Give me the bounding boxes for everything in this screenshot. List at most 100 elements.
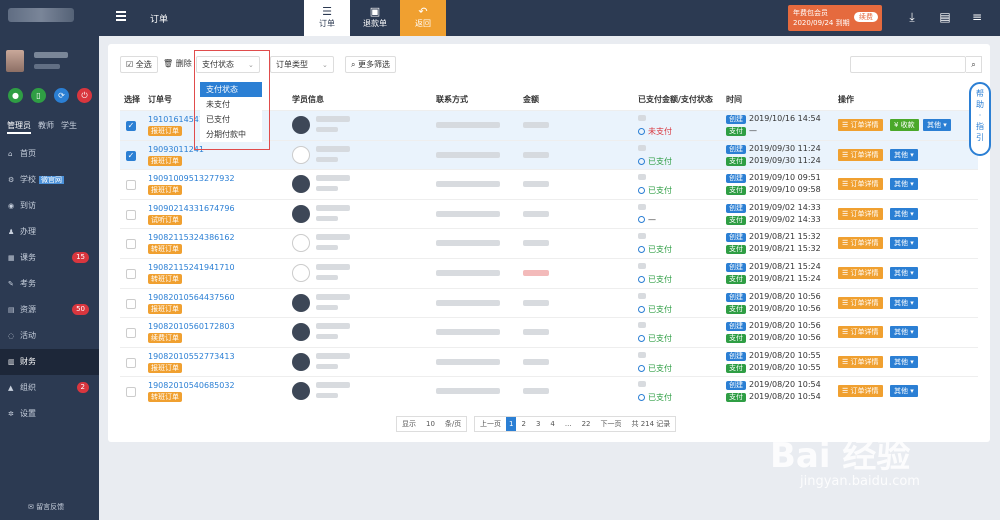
order-number-link[interactable]: 19082115241941710 xyxy=(148,263,235,272)
sidebar-item-settings[interactable]: ✲ 设置 xyxy=(0,401,99,427)
order-detail-button[interactable]: ☰ 订单详情 xyxy=(838,119,883,131)
more-actions-button[interactable]: 其他 ▾ xyxy=(890,385,918,398)
status-ring-icon xyxy=(638,157,645,165)
order-detail-button[interactable]: ☰ 订单详情 xyxy=(838,355,883,368)
table-row[interactable]: 19091009513277932 报班订单 已支付 创建 2019/09/10 09:… xyxy=(120,169,978,199)
more-actions-button[interactable]: 其他 ▾ xyxy=(890,148,918,161)
role-teacher[interactable]: 教师 xyxy=(38,121,54,130)
sync-icon[interactable]: ⟳ xyxy=(54,88,69,103)
sidebar-item-home[interactable]: ⌂ 首页 xyxy=(0,141,99,167)
table-row[interactable]: 19082115241941710 转班订单 已支付 创建 2019/08/21 15:… xyxy=(120,258,978,288)
delete-button[interactable]: 🗑 删除 xyxy=(158,56,197,73)
row-checkbox[interactable]: ✓ xyxy=(126,150,136,161)
more-actions-button[interactable]: 其他 ▾ xyxy=(890,326,918,339)
order-detail-button[interactable]: ☰ 订单详情 xyxy=(838,237,883,250)
help-guide-button[interactable]: 帮 助 · 指 引 xyxy=(969,82,991,156)
student-avatar xyxy=(292,352,310,371)
phone-icon[interactable]: ▯ xyxy=(31,88,46,103)
menu-icon[interactable] xyxy=(116,11,126,21)
wechat-icon[interactable]: ● xyxy=(8,88,23,103)
dropdown-option[interactable]: 已支付 xyxy=(200,112,262,127)
more-actions-button[interactable]: 其他 ▾ xyxy=(890,267,918,279)
more-actions-button[interactable]: 其他 ▾ xyxy=(890,296,918,309)
sidebar-item-org[interactable]: ▲ 组织 2 xyxy=(0,375,99,401)
order-detail-button[interactable]: ☰ 订单详情 xyxy=(838,296,883,309)
table-row[interactable]: 19082115324386162 转班订单 已支付 创建 2019/08/21 15:… xyxy=(120,228,978,258)
sidebar-item-visit[interactable]: ◉ 到访 xyxy=(0,193,99,219)
page-button[interactable]: 3 xyxy=(531,417,545,431)
sidebar-item-course[interactable]: ▦ 课务 15 xyxy=(0,245,99,271)
next-page-button[interactable]: 下一页 xyxy=(595,417,626,431)
page-button[interactable]: 4 xyxy=(545,417,559,431)
order-detail-button[interactable]: ☰ 订单详情 xyxy=(838,148,883,161)
order-detail-button[interactable]: ☰ 订单详情 xyxy=(838,178,883,191)
page-size-selector[interactable]: 显示 10 条/页 xyxy=(396,416,468,432)
sidebar-item-handle[interactable]: ♟ 办理 xyxy=(0,219,99,245)
order-detail-button[interactable]: ☰ 订单详情 xyxy=(838,385,883,398)
table-row[interactable]: 19082010564437560 报班订单 已支付 创建 2019/08/20 10:… xyxy=(120,287,978,318)
more-actions-button[interactable]: 其他 ▾ xyxy=(890,178,918,191)
dropdown-option[interactable]: 未支付 xyxy=(200,97,262,112)
sidebar-item-school[interactable]: ⚙ 学校 微官网 xyxy=(0,167,99,193)
page-button[interactable]: 22 xyxy=(577,417,596,431)
tab-orders-label: 订单 xyxy=(319,19,335,28)
table-row[interactable]: 19082010540685032 转班订单 已支付 创建 2019/08/20 10:… xyxy=(120,376,978,406)
row-checkbox[interactable] xyxy=(126,209,136,220)
more-filter-button[interactable]: ⌕ 更多筛选 xyxy=(345,56,397,73)
row-checkbox[interactable] xyxy=(126,298,136,309)
power-icon[interactable]: ⏻ xyxy=(77,88,92,103)
order-number-link[interactable]: 19091009513277932 xyxy=(148,174,235,183)
search-icon[interactable]: ⌕ xyxy=(966,56,982,73)
row-checkbox[interactable]: ✓ xyxy=(126,121,136,131)
sidebar-item-activity[interactable]: ◌ 活动 xyxy=(0,323,99,349)
row-checkbox[interactable] xyxy=(126,357,136,368)
select-all-button[interactable]: ☑ 全选 xyxy=(120,56,158,73)
tab-refunds[interactable]: ▣ 退款单 xyxy=(352,0,398,36)
row-checkbox[interactable] xyxy=(126,387,136,398)
page-button[interactable]: 2 xyxy=(516,417,530,431)
renew-button[interactable]: 续费 xyxy=(854,12,878,22)
back-button[interactable]: ↶ 返回 xyxy=(400,0,446,36)
grid-icon[interactable]: ▤ xyxy=(938,10,952,24)
pay-status-text: 已支付 xyxy=(648,245,672,255)
role-admin[interactable]: 管理员 xyxy=(7,121,31,134)
table-row[interactable]: 19082010560172803 续费订单 已支付 创建 2019/08/20 10:… xyxy=(120,317,978,347)
sidebar-item-exam[interactable]: ✎ 考务 xyxy=(0,271,99,297)
order-number-link[interactable]: 19082010560172803 xyxy=(148,322,235,331)
avatar[interactable] xyxy=(6,50,24,72)
order-detail-button[interactable]: ☰ 订单详情 xyxy=(838,267,883,279)
order-number-link[interactable]: 19082010564437560 xyxy=(148,293,235,302)
table-row[interactable]: 19082010552773413 报班订单 已支付 创建 2019/08/20 10:… xyxy=(120,346,978,377)
order-number-link[interactable]: 19082115324386162 xyxy=(148,233,235,242)
order-detail-button[interactable]: ☰ 订单详情 xyxy=(838,207,883,220)
dropdown-option[interactable]: 支付状态 xyxy=(200,82,262,97)
order-number-link[interactable]: 19090214331674796 xyxy=(148,204,235,213)
page-button[interactable]: 1 xyxy=(506,417,517,431)
more-actions-button[interactable]: 其他 ▾ xyxy=(890,355,918,368)
sidebar-item-finance[interactable]: ▥ 财务 xyxy=(0,349,99,375)
row-checkbox[interactable] xyxy=(126,269,136,279)
page-size[interactable]: 10 xyxy=(421,417,440,431)
download-icon[interactable]: ⤓ xyxy=(905,10,919,24)
order-number-link[interactable]: 19082010540685032 xyxy=(148,381,235,390)
collect-payment-button[interactable]: ¥ 收款 xyxy=(890,119,919,131)
micro-site-tag[interactable]: 微官网 xyxy=(39,176,64,184)
search-input[interactable] xyxy=(850,56,966,73)
dropdown-option[interactable]: 分期付款中 xyxy=(200,127,262,142)
row-checkbox[interactable] xyxy=(126,328,136,339)
order-type-select[interactable]: 订单类型 ⌄ xyxy=(270,56,334,73)
feedback-link[interactable]: ✉ 留言反馈 xyxy=(28,502,64,512)
order-number-link[interactable]: 19082010552773413 xyxy=(148,352,235,361)
hamburger-icon[interactable]: ≡ xyxy=(970,10,984,24)
row-checkbox[interactable] xyxy=(126,239,136,250)
prev-page-button[interactable]: 上一页 xyxy=(475,417,506,431)
more-actions-button[interactable]: 其他 ▾ xyxy=(923,119,951,131)
more-actions-button[interactable]: 其他 ▾ xyxy=(890,237,918,250)
tab-orders[interactable]: ☰ 订单 xyxy=(304,0,350,36)
more-actions-button[interactable]: 其他 ▾ xyxy=(890,207,918,220)
sidebar-item-resource[interactable]: ▤ 资源 50 xyxy=(0,297,99,323)
row-checkbox[interactable] xyxy=(126,180,136,191)
role-student[interactable]: 学生 xyxy=(61,121,77,130)
table-row[interactable]: 19090214331674796 试听订单 — 创建 2019/09/02 14:33… xyxy=(120,198,978,229)
order-detail-button[interactable]: ☰ 订单详情 xyxy=(838,326,883,339)
